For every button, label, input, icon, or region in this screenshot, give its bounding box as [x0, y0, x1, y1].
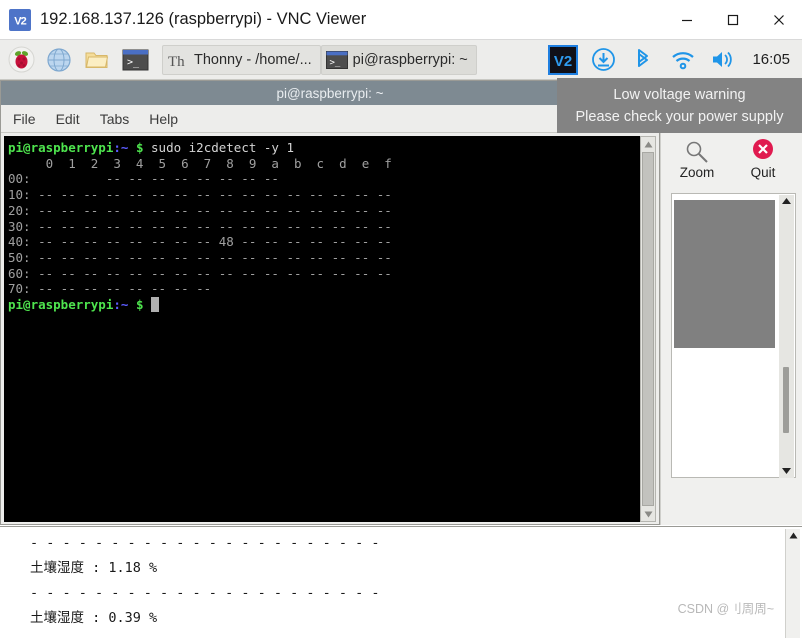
i2c-row-20: 20: -- -- -- -- -- -- -- -- -- -- -- -- …: [8, 202, 392, 218]
window-controls: [664, 0, 802, 40]
terminal-output-area[interactable]: pi@raspberrypi:~ $ sudo i2cdetect -y 1 0…: [4, 136, 641, 522]
prompt2-symbol: $: [135, 297, 144, 313]
scrollbar-thumb[interactable]: [783, 367, 789, 433]
terminal-cursor: [151, 297, 159, 313]
maximize-icon[interactable]: [710, 0, 756, 40]
output-line-1: 土壤湿度 : 1.18 %: [30, 560, 158, 576]
file-manager-icon[interactable]: [82, 45, 112, 75]
bottom-output-panel: - - - - - - - - - - - - - - - - - - - - …: [0, 526, 802, 639]
zoom-tool-label: Zoom: [679, 165, 715, 180]
thonny-icon: Th: [167, 51, 189, 70]
menu-file[interactable]: File: [13, 111, 36, 127]
i2c-row-60: 60: -- -- -- -- -- -- -- -- -- -- -- -- …: [8, 265, 392, 281]
task-thonny[interactable]: Th Thonny - /home/...: [162, 44, 321, 75]
scroll-up-icon: [782, 198, 791, 204]
notification-line-1: Low voltage warning: [613, 86, 746, 103]
panel-image-frame: [671, 193, 796, 478]
svg-text:>_: >_: [127, 57, 140, 68]
vnc-server-icon[interactable]: V2: [548, 44, 579, 75]
low-voltage-notification: Low voltage warning Please check your po…: [557, 78, 802, 133]
menu-edit[interactable]: Edit: [56, 111, 80, 127]
screen: V2 192.168.137.126 (raspberrypi) - VNC V…: [0, 0, 802, 639]
vnc-logo-icon: V2: [9, 8, 31, 31]
terminal-text: pi@raspberrypi:~ $ sudo i2cdetect -y 1 0…: [4, 136, 641, 313]
panel-image-placeholder: [674, 200, 775, 348]
output-line-3: 土壤湿度 : 0.39 %: [30, 610, 158, 626]
clock[interactable]: 16:05: [752, 51, 790, 68]
web-browser-icon[interactable]: [44, 45, 74, 75]
svg-text:V2: V2: [554, 53, 572, 70]
raspberry-menu-icon[interactable]: [6, 45, 36, 75]
menu-help[interactable]: Help: [149, 111, 178, 127]
scrollbar-thumb[interactable]: [642, 152, 654, 506]
panel-scrollbar[interactable]: [779, 195, 794, 478]
i2c-header-row: 0 1 2 3 4 5 6 7 8 9 a b c d e f: [8, 155, 392, 171]
scroll-down-icon[interactable]: [641, 507, 655, 521]
bluetooth-icon[interactable]: [628, 45, 658, 75]
watermark: CSDN @刂周周~: [677, 602, 774, 616]
zoom-tool[interactable]: Zoom: [669, 131, 725, 180]
i2c-row-00: 00: -- -- -- -- -- -- -- --: [8, 171, 279, 187]
terminal-scrollbar[interactable]: [640, 136, 656, 522]
terminal-command: sudo i2cdetect -y 1: [151, 140, 295, 155]
terminal-icon[interactable]: >_: [120, 45, 150, 75]
output-line-0: - - - - - - - - - - - - - - - - - - - - …: [30, 535, 380, 551]
bottom-panel-scrollbar[interactable]: [785, 529, 800, 638]
terminal-icon: >_: [325, 51, 348, 69]
vnc-viewer-titlebar: V2 192.168.137.126 (raspberrypi) - VNC V…: [0, 0, 802, 40]
system-tray: V2 16:05: [542, 44, 802, 75]
raspberry-pi-taskbar: >_ Th Thonny - /home/... >_ pi@raspberry…: [0, 40, 802, 80]
output-line-4: - - - - - - - - - - - - - - - - - - - - …: [30, 635, 380, 639]
i2c-row-30: 30: -- -- -- -- -- -- -- -- -- -- -- -- …: [8, 218, 392, 234]
prompt-path: :~: [113, 140, 129, 155]
scroll-up-icon[interactable]: [641, 137, 655, 151]
prompt-user: pi@raspberrypi: [8, 140, 114, 155]
task-terminal-label: pi@raspberrypi: ~: [352, 51, 468, 68]
menu-tabs[interactable]: Tabs: [100, 111, 130, 127]
magnifier-icon: [669, 131, 725, 165]
quit-tool-label: Quit: [750, 165, 776, 180]
bottom-output-text: - - - - - - - - - - - - - - - - - - - - …: [8, 531, 782, 639]
right-side-panel: Zoom Quit: [660, 80, 802, 525]
terminal-window: pi@raspberrypi: ~ File Edit Tabs Help pi…: [0, 80, 660, 525]
svg-text:Th: Th: [168, 54, 185, 70]
prompt2-user: pi@raspberrypi: [8, 297, 114, 313]
minimize-icon[interactable]: [664, 0, 710, 40]
prompt2-path: :~: [113, 297, 129, 313]
output-line-2: - - - - - - - - - - - - - - - - - - - - …: [30, 585, 380, 601]
quit-circle-icon: [735, 131, 791, 165]
svg-text:>_: >_: [329, 58, 340, 68]
wifi-icon[interactable]: [668, 45, 698, 75]
notification-line-2: Please check your power supply: [575, 108, 784, 125]
task-thonny-label: Thonny - /home/...: [194, 51, 312, 68]
quit-tool[interactable]: Quit: [735, 131, 791, 180]
terminal-title: pi@raspberrypi: ~: [276, 85, 384, 101]
window-title: 192.168.137.126 (raspberrypi) - VNC View…: [40, 10, 367, 28]
scroll-down-icon: [782, 468, 791, 474]
volume-icon[interactable]: [708, 45, 738, 75]
svg-text:V2: V2: [14, 15, 26, 27]
updates-icon[interactable]: [588, 45, 618, 75]
close-icon[interactable]: [756, 0, 802, 40]
i2c-row-50: 50: -- -- -- -- -- -- -- -- -- -- -- -- …: [8, 249, 392, 265]
task-terminal[interactable]: >_ pi@raspberrypi: ~: [320, 44, 477, 75]
i2c-row-10: 10: -- -- -- -- -- -- -- -- -- -- -- -- …: [8, 187, 392, 203]
i2c-row-70: 70: -- -- -- -- -- -- -- --: [8, 281, 212, 297]
i2c-row-40: 40: -- -- -- -- -- -- -- -- 48 -- -- -- …: [8, 234, 392, 250]
scroll-up-icon[interactable]: [786, 529, 801, 542]
prompt-symbol: $: [135, 140, 144, 155]
